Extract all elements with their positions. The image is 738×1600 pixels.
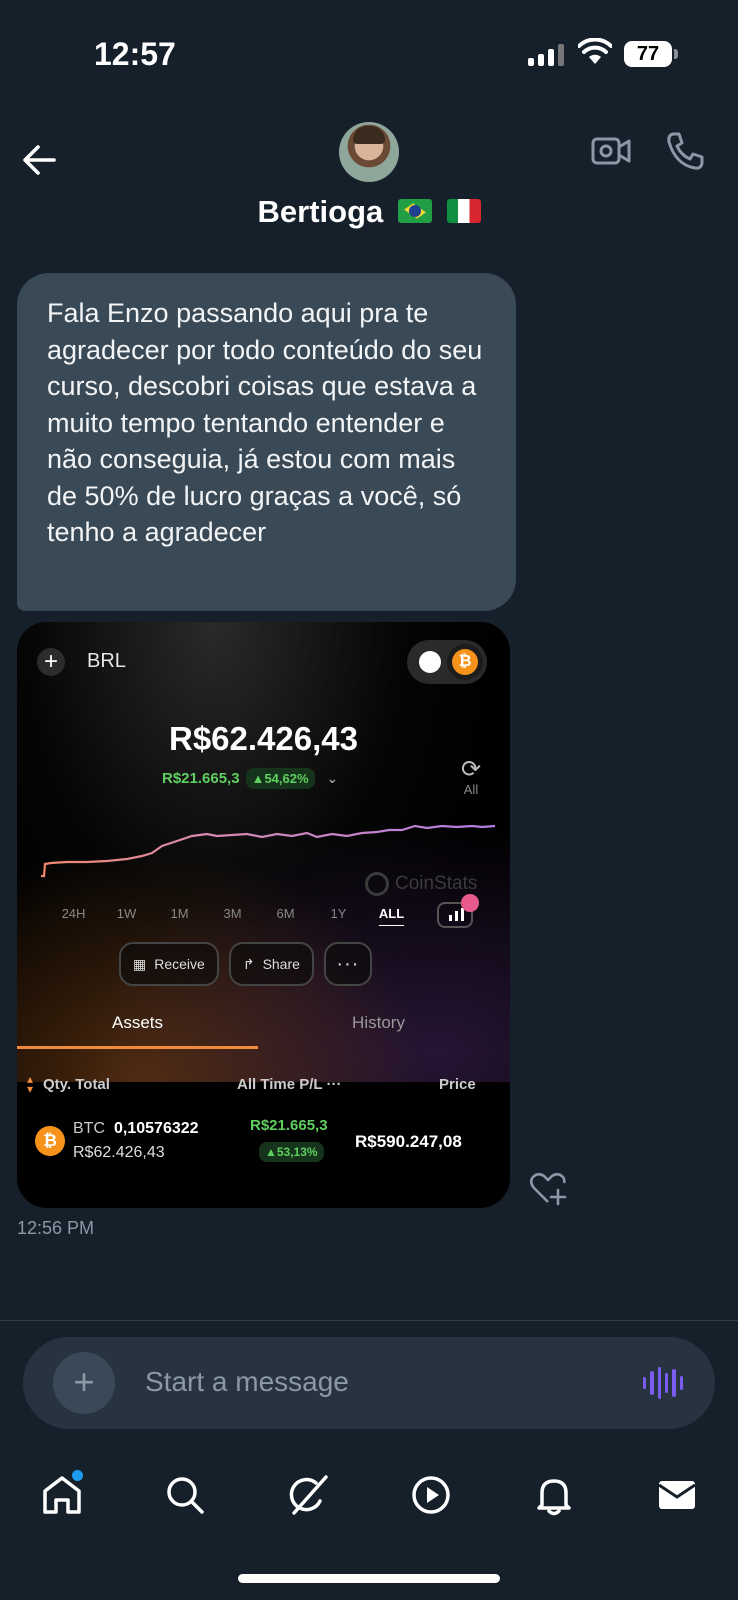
profit-value: R$21.665,3 (162, 770, 240, 787)
crown-icon (461, 894, 479, 912)
contact-name: Bertioga (257, 194, 384, 229)
conversation-header: Bertioga (0, 110, 738, 250)
active-tab-indicator (17, 1046, 258, 1049)
range-1m: 1M (170, 906, 189, 921)
currency-label: BRL (87, 650, 126, 672)
asset-price: R$590.247,08 (355, 1132, 462, 1151)
status-bar: 12:57 77 (0, 0, 738, 100)
watermark-text: CoinStats (395, 873, 478, 894)
receive-label: Receive (154, 956, 205, 972)
coinstats-logo-icon (365, 872, 389, 896)
assets-table-header: ▴ ▾ Qty. Total All Time P/L ··· Price (17, 1072, 510, 1102)
message-text: Fala Enzo passando aqui pra te agradecer… (47, 298, 483, 547)
profit-percent-badge: ▲54,62% (245, 768, 315, 789)
range-24h: 24H (61, 906, 86, 921)
asset-profit-percent: ▲53,13% (259, 1142, 324, 1162)
envelope-icon (657, 1481, 696, 1509)
chart-line (41, 824, 496, 878)
refresh-icon: ⟳ (460, 756, 482, 783)
message-composer: + (23, 1337, 715, 1429)
bottom-navigation (0, 1450, 738, 1540)
range-1y: 1Y (330, 906, 347, 921)
share-arrow-icon: ↱ (242, 955, 255, 972)
asset-total: R$62.426,43 (73, 1144, 165, 1161)
chevron-down-icon: ⌄ (326, 770, 339, 786)
range-1w: 1W (116, 906, 137, 921)
cellular-signal-icon (528, 42, 564, 66)
profit-loss-row: R$21.665,3 ▲54,62% ⌄ (162, 768, 338, 789)
qr-code-icon: ▦ (133, 955, 147, 972)
range-3m: 3M (223, 906, 242, 921)
contact-name-row[interactable]: Bertioga (0, 194, 738, 230)
portfolio-balance: R$62.426,43 (169, 720, 358, 757)
message-input[interactable] (145, 1359, 605, 1405)
range-6m: 6M (276, 906, 295, 921)
search-icon (166, 1477, 204, 1514)
asset-symbol: BTC (73, 1120, 105, 1137)
voice-message-icon[interactable] (643, 1365, 683, 1401)
share-button: ↱ Share (228, 942, 314, 986)
range-all: ALL (378, 906, 405, 921)
asset-profit: R$21.665,3 (250, 1117, 328, 1134)
home-indicator (238, 1574, 500, 1583)
add-reaction-heart-icon[interactable] (528, 1170, 568, 1206)
nav-video[interactable] (369, 1450, 492, 1540)
more-button: ··· (323, 942, 372, 986)
divider (0, 1320, 738, 1321)
asset-toggle: ₿ (407, 640, 487, 684)
phone-call-icon[interactable] (664, 130, 706, 172)
video-play-icon (411, 1476, 450, 1514)
message-bubble[interactable]: Fala Enzo passando aqui pra te agradecer… (17, 273, 516, 611)
battery-icon: 77 (624, 41, 678, 67)
sort-icon: ▴ ▾ (27, 1072, 34, 1096)
attached-screenshot[interactable]: + BRL ₿ R$62.426,43 R$21.665,3 ▲54,62% ⌄… (17, 622, 510, 1208)
nav-search[interactable] (123, 1450, 246, 1540)
bell-icon (536, 1479, 571, 1516)
header-all-time-pl: All Time P/L ··· (237, 1076, 342, 1093)
nav-messages[interactable] (615, 1450, 738, 1540)
refresh-label: All (463, 782, 479, 797)
nav-home[interactable] (0, 1450, 123, 1540)
nav-grok[interactable] (246, 1450, 369, 1540)
table-row: ₿ BTC 0,10576322 R$62.426,43 R$21.665,3 … (17, 1112, 510, 1172)
contact-avatar[interactable] (339, 122, 399, 182)
header-qty-total: Qty. Total (43, 1076, 110, 1093)
grok-icon (289, 1475, 328, 1515)
header-price: Price (439, 1076, 476, 1093)
add-media-button[interactable]: + (53, 1352, 115, 1414)
asset-quantity: 0,10576322 (114, 1120, 199, 1137)
status-time: 12:57 (94, 36, 176, 72)
unread-dot (72, 1470, 83, 1481)
action-buttons: ▦ Receive ↱ Share ··· (119, 942, 372, 986)
coinstats-watermark: CoinStats (365, 872, 477, 896)
toggle-dot-icon (419, 651, 441, 673)
refresh-control: ⟳ All (457, 756, 485, 798)
brazil-flag-icon (397, 198, 432, 223)
wifi-icon (578, 38, 612, 64)
nav-notifications[interactable] (492, 1450, 615, 1540)
add-icon: + (37, 648, 65, 676)
time-range-selector: 24H 1W 1M 3M 6M 1Y ALL (47, 906, 487, 921)
tab-history: History (352, 1013, 405, 1032)
italy-flag-icon (446, 198, 481, 223)
bitcoin-icon: ₿ (35, 1126, 65, 1156)
message-timestamp: 12:56 PM (17, 1218, 95, 1238)
receive-button: ▦ Receive (119, 942, 219, 986)
video-call-icon[interactable] (590, 130, 632, 172)
back-arrow-icon[interactable] (20, 140, 60, 180)
bitcoin-toggle-icon: ₿ (447, 644, 483, 680)
share-label: Share (262, 956, 300, 972)
